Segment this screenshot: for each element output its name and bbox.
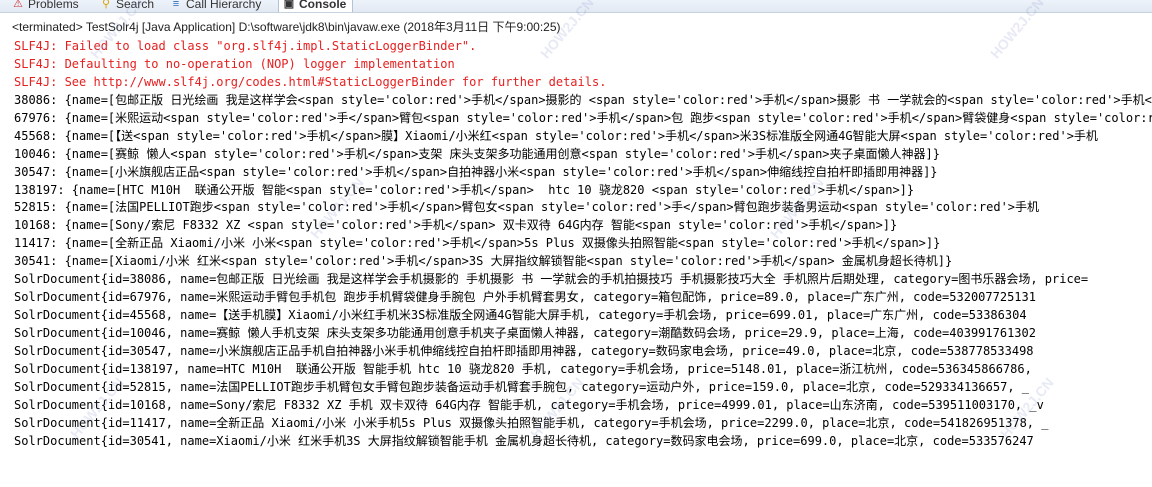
console-line: SolrDocument{id=30541, name=Xiaomi/小米 红米… — [14, 433, 1034, 448]
console-line: SolrDocument{id=38086, name=包邮正版 日光绘画 我是… — [14, 272, 1089, 287]
tab-console[interactable]: ▣ Console — [278, 0, 354, 12]
console-line: SolrDocument{id=10046, name=赛鲸 懒人手机支架 床头… — [14, 326, 1036, 340]
console-line: 30541: {name=[Xiaomi/小米 红米<span style='c… — [14, 254, 953, 269]
problems-icon: ⚠ — [13, 0, 23, 10]
console-error-line: SLF4J: Failed to load class "org.slf4j.i… — [14, 39, 477, 53]
search-icon: ⚲ — [101, 0, 111, 10]
console-line: 10168: {name=[Sony/索尼 F8332 XZ <span sty… — [14, 218, 898, 233]
console-output[interactable]: SLF4J: Failed to load class "org.slf4j.i… — [14, 38, 1152, 487]
console-line: SolrDocument{id=45568, name=【送手机膜】Xiaomi… — [14, 308, 1027, 323]
console-line: 67976: {name=[米熙运动<span style='color:red… — [14, 110, 1152, 125]
console-line: 11417: {name=[全新正品 Xiaomi/小米 小米<span sty… — [14, 236, 941, 251]
console-line: SolrDocument{id=52815, name=法国PELLIOT跑步手… — [14, 379, 1029, 394]
console-line: SolrDocument{id=67976, name=米熙运动手臂包手机包 跑… — [14, 290, 1036, 305]
console-line: SolrDocument{id=11417, name=全新正品 Xiaomi/… — [14, 415, 1049, 430]
console-error-line: SLF4J: Defaulting to no-operation (NOP) … — [14, 56, 455, 71]
tab-search-label: Search — [116, 0, 155, 11]
tab-problems-label: Problems — [28, 0, 79, 11]
call-hierarchy-icon: ≡ — [172, 0, 180, 10]
console-line: 10046: {name=[赛鲸 懒人<span style='color:re… — [14, 146, 940, 161]
tab-search[interactable]: ⚲ Search — [100, 0, 154, 12]
console-line: 38086: {name=[包邮正版 日光绘画 我是这样学会<span styl… — [14, 92, 1152, 107]
console-icon: ▣ — [283, 0, 295, 10]
console-line: 138197: {name=[HTC M10H 联通公开版 智能<span st… — [14, 182, 915, 197]
console-line: 30547: {name=[小米旗舰店正品<span style='color:… — [14, 164, 938, 179]
console-error-line: SLF4J: See http://www.slf4j.org/codes.ht… — [14, 74, 607, 89]
tab-call-hierarchy[interactable]: ≡ Call Hierarchy — [170, 0, 262, 12]
tab-problems[interactable]: ⚠ Problems — [12, 0, 79, 12]
console-line: 52815: {name=[法国PELLIOT跑步<span style='co… — [14, 200, 1040, 215]
tab-call-hierarchy-label: Call Hierarchy — [186, 0, 262, 11]
console-line: 45568: {name=[【送<span style='color:red'>… — [14, 128, 1098, 143]
console-line: SolrDocument{id=30547, name=小米旗舰店正品手机自拍神… — [14, 343, 1034, 358]
tab-console-label: Console — [299, 0, 347, 11]
console-line: SolrDocument{id=10168, name=Sony/索尼 F833… — [14, 397, 1044, 412]
view-tab-bar: ⚠ Problems ⚲ Search ≡ Call Hierarchy ▣ C… — [0, 0, 1152, 13]
console-line: SolrDocument{id=138197, name=HTC M10H 联通… — [14, 361, 1032, 376]
console-status-line: <terminated> TestSolr4j [Java Applicatio… — [12, 20, 561, 34]
